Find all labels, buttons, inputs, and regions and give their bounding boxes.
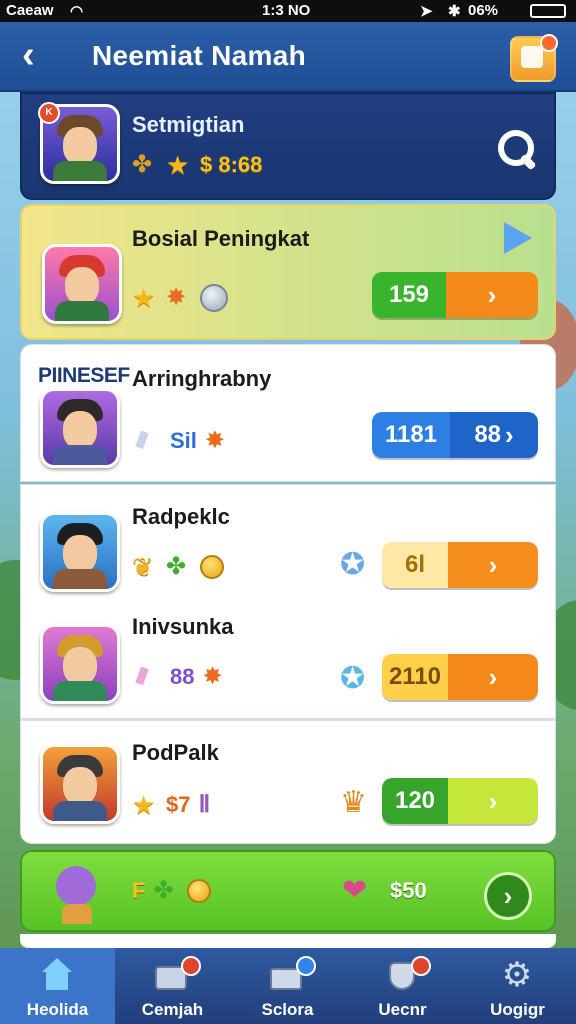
pill-value: 159 xyxy=(372,272,446,318)
status-bar: Caeaw ◠ 1:3 NO ➤ ✱ 06% xyxy=(0,0,576,22)
chevron-right-icon: › xyxy=(503,880,513,911)
pill-value-secondary: 88 xyxy=(474,421,502,448)
star-icon: ★ xyxy=(166,150,190,180)
notification-dot xyxy=(540,34,558,52)
avatar[interactable] xyxy=(42,244,122,324)
item-icons: ★ $7 Ⅱ xyxy=(132,790,224,820)
claim-button[interactable]: 159 › xyxy=(372,272,538,318)
item-icons: ▮ Sil ✸ xyxy=(133,424,231,454)
location-icon: ➤ xyxy=(420,3,433,20)
tab-label: Uecnr xyxy=(378,1000,427,1019)
tab-settings[interactable]: ⚙ Uogigr xyxy=(460,948,575,1024)
clover-icon: ✤ xyxy=(166,553,187,580)
reward-letter: F xyxy=(132,878,146,903)
chevron-left-icon[interactable]: ‹ xyxy=(22,36,52,76)
page-title: Neemiat Namah xyxy=(92,40,306,71)
quest-icon[interactable] xyxy=(510,34,558,82)
avatar[interactable] xyxy=(40,388,120,468)
item-prefix: PIINESEF xyxy=(38,364,130,387)
battery-icon xyxy=(530,4,566,18)
silver-coin-icon xyxy=(200,284,228,312)
play-icon[interactable] xyxy=(504,222,532,254)
tab-shield[interactable]: Uecnr xyxy=(345,948,460,1024)
pill-value: 1181 xyxy=(372,412,450,458)
wifi-icon: ◠ xyxy=(70,3,84,20)
coin-icon xyxy=(200,555,224,579)
bottom-nav: Heolida Cemjah Sclora Uecnr ⚙ Uogigr xyxy=(0,948,576,1024)
tab-label: Uogigr xyxy=(490,1000,545,1019)
item-name: Bosial Peningkat xyxy=(132,226,310,251)
tab-label: Heolida xyxy=(26,1000,89,1019)
rainbow-icon: Ⅱ xyxy=(198,791,211,818)
item-icons: ★ ✸ xyxy=(132,284,228,312)
reward-icons: F ✤ xyxy=(132,877,212,904)
flame-icon: ✸ xyxy=(166,284,187,311)
app-header: ‹ Neemiat Namah xyxy=(0,22,576,92)
avatar[interactable] xyxy=(40,512,120,592)
battery-percent: 06% xyxy=(468,2,499,19)
scroll-icon xyxy=(521,46,543,68)
chevron-right-icon: › xyxy=(488,549,498,580)
search-icon[interactable] xyxy=(492,124,538,171)
hero-icon: ✪ xyxy=(340,662,366,695)
carrier-label: Caeaw xyxy=(6,2,54,19)
pill-value: 2110 xyxy=(382,654,448,700)
claim-button[interactable]: 120 › xyxy=(382,778,538,824)
claim-button[interactable]: 6l › xyxy=(382,542,538,588)
avatar[interactable] xyxy=(40,624,120,704)
item-icons: ❦ ✤ xyxy=(132,554,224,580)
home-icon xyxy=(38,958,76,992)
item-icons: ▮ 88 ✸ xyxy=(133,660,228,690)
list-footer xyxy=(20,934,556,948)
avatar[interactable] xyxy=(40,744,120,824)
gear-icon: ⚙ xyxy=(501,956,533,994)
tab-chest[interactable]: Cemjah xyxy=(115,948,230,1024)
go-button[interactable]: › xyxy=(484,872,532,920)
chevron-right-icon: › xyxy=(488,661,498,692)
reward-value: $50 xyxy=(390,878,427,903)
profile-name: Setmigtian xyxy=(132,112,245,137)
item-name: Inivsunka xyxy=(132,614,234,639)
item-name: Arringhrabny xyxy=(132,366,272,391)
clover-icon: ✤ xyxy=(132,151,153,178)
tab-mail[interactable]: Sclora xyxy=(230,948,345,1024)
star-icon: ★ xyxy=(132,283,156,313)
item-value: 88 xyxy=(170,664,195,689)
chevron-right-icon: › xyxy=(487,279,497,310)
chevron-right-icon: › xyxy=(505,419,514,450)
hero-icon: ✪ xyxy=(340,548,366,581)
item-name: PodPalk xyxy=(132,740,219,765)
profile-value: $ 8:68 xyxy=(200,152,263,177)
rank-badge: K xyxy=(38,102,60,124)
pill-value: 6l xyxy=(382,542,448,588)
star-icon: ★ xyxy=(132,790,156,820)
item-value: $7 xyxy=(166,792,191,817)
crystal-icon: ▮ xyxy=(132,424,153,452)
flame-icon: ✸ xyxy=(202,663,223,690)
item-value: Sil xyxy=(170,428,197,453)
profile-icons: ✤ ★ $ 8:68 xyxy=(132,150,263,180)
chevron-right-icon: › xyxy=(488,785,498,816)
tab-label: Sclora xyxy=(261,1000,314,1019)
crystal-icon: ▮ xyxy=(132,660,153,688)
coin-icon xyxy=(187,879,212,903)
notification-badge xyxy=(411,956,431,976)
claim-button[interactable]: 2110 › xyxy=(382,654,538,700)
pill-value: 120 xyxy=(382,778,448,824)
flame-icon: ✸ xyxy=(204,427,226,454)
clover-icon: ✤ xyxy=(153,877,174,904)
clock: 1:3 NO xyxy=(262,2,311,19)
bluetooth-icon: ✱ xyxy=(448,3,461,20)
claim-button[interactable]: 1181 88 › xyxy=(372,412,538,458)
notification-badge xyxy=(181,956,201,976)
goblin-icon xyxy=(46,856,106,926)
tab-home[interactable]: Heolida xyxy=(0,948,115,1024)
tab-label: Cemjah xyxy=(141,1000,204,1019)
notification-badge xyxy=(296,956,316,976)
leaf-icon: ❦ xyxy=(132,552,154,582)
trophy-icon: ♛ xyxy=(340,786,367,819)
heart-icon: ❤ xyxy=(342,874,368,907)
item-name: Radpeklc xyxy=(132,504,230,529)
